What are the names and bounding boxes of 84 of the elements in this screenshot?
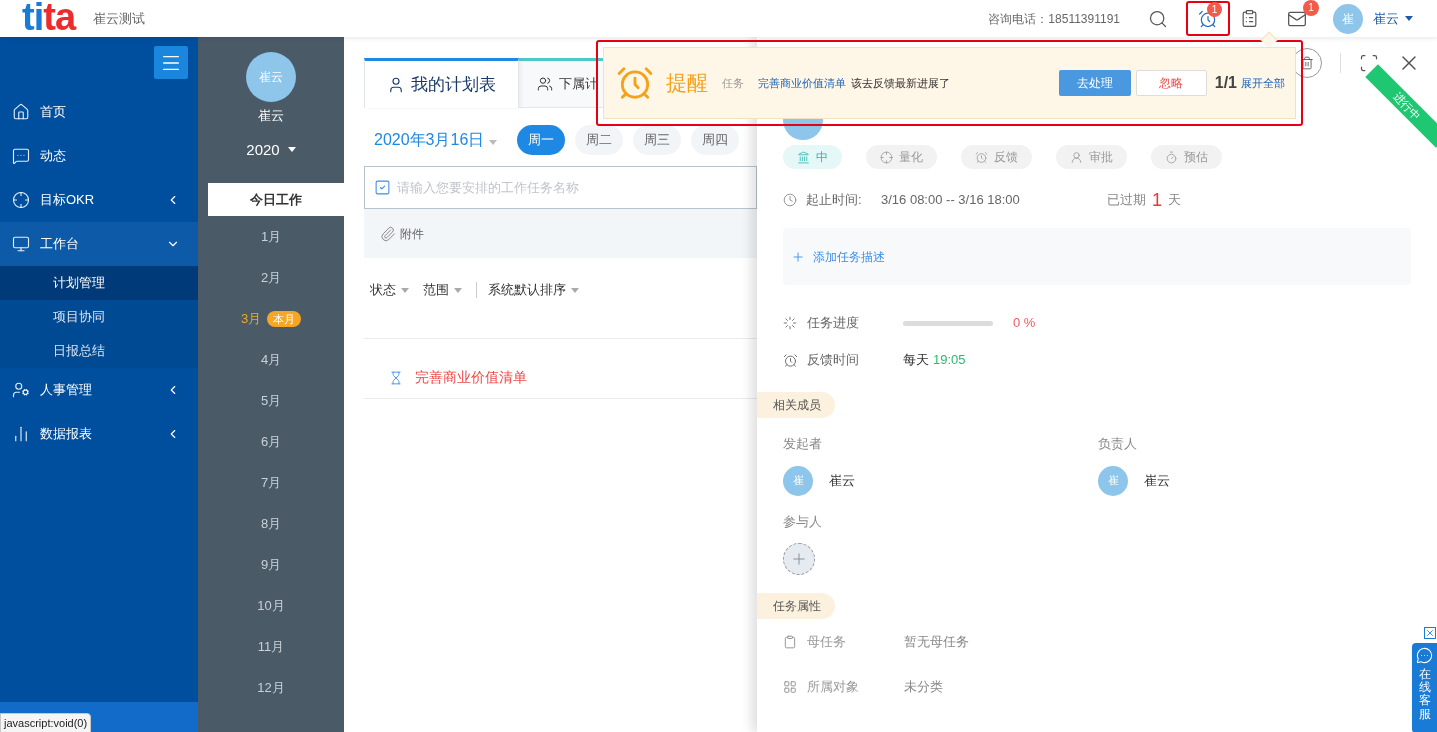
member-name: 崔云 <box>829 471 855 490</box>
user-avatar: 崔云 <box>246 52 296 102</box>
feedback-label: 反馈时间 <box>807 351 860 370</box>
user-name[interactable]: 崔云 <box>1373 8 1399 29</box>
ignore-button[interactable]: 忽略 <box>1135 70 1207 96</box>
nav-subitem[interactable]: 计划管理 <box>0 266 198 300</box>
section-label: 任务属性 <box>757 593 835 619</box>
month-item[interactable]: 3月 <box>240 308 262 329</box>
nav-item[interactable]: 首页 <box>0 90 198 134</box>
status-ribbon: 进行中 <box>1365 64 1437 148</box>
property-tag[interactable]: 反馈 <box>961 145 1032 169</box>
month-item[interactable]: 10月 <box>257 595 285 616</box>
nav-item[interactable]: 数据报表 <box>0 412 198 456</box>
feedback-frequency: 每天 <box>903 351 929 370</box>
month-item[interactable]: 2月 <box>260 267 282 288</box>
month-item[interactable]: 5月 <box>260 390 282 411</box>
attribute-value: 未分类 <box>904 678 943 697</box>
overdue-days: 1 <box>1152 186 1162 214</box>
notification-badge: 1 <box>1303 0 1319 16</box>
user-name: 崔云 <box>258 107 284 125</box>
section-label: 相关成员 <box>757 392 835 418</box>
attachment-button[interactable]: 附件 <box>380 224 424 243</box>
month-item[interactable]: 6月 <box>260 431 282 452</box>
reminder-message: 该去反馈最新进展了 <box>851 75 950 91</box>
reminder-count: 1/1 <box>1214 73 1237 93</box>
filter-dropdown[interactable]: 范围 <box>423 280 462 300</box>
nav-subitem[interactable]: 项目协同 <box>0 300 198 334</box>
nav-subitem[interactable]: 日报总结 <box>0 334 198 368</box>
overdue-unit: 天 <box>1168 191 1181 210</box>
progress-label: 任务进度 <box>807 314 860 333</box>
participants-label: 参与人 <box>783 512 823 531</box>
weekday-pill[interactable]: 周四 <box>691 125 740 155</box>
reminder-title: 提醒 <box>666 70 708 97</box>
property-tag[interactable]: 量化 <box>866 145 937 169</box>
nav-item[interactable]: 工作台 <box>0 222 198 266</box>
member-avatar: 崔 <box>1098 465 1128 496</box>
time-range: 3/16 08:00 -- 3/16 18:00 <box>881 191 1021 210</box>
month-item[interactable]: 8月 <box>260 513 282 534</box>
task-link[interactable]: 完善商业价值清单 <box>758 74 846 92</box>
filter-dropdown[interactable]: 状态 <box>370 280 409 300</box>
month-item[interactable]: 1月 <box>260 226 282 247</box>
progress-reading: 0 % <box>1013 314 1036 333</box>
overdue-label: 已过期 <box>1107 191 1146 210</box>
property-tag[interactable]: 预估 <box>1151 145 1222 169</box>
month-item[interactable]: 7月 <box>260 472 282 493</box>
phone-number: 咨询电话：18511391191 <box>988 10 1120 28</box>
filter-dropdown[interactable]: 系统默认排序 <box>488 280 579 300</box>
month-item[interactable]: 4月 <box>260 349 282 370</box>
member-role: 发起者 <box>783 435 823 453</box>
nav-item[interactable]: 动态 <box>0 134 198 178</box>
weekday-pill[interactable]: 周三 <box>633 125 682 155</box>
member-role: 负责人 <box>1098 435 1138 453</box>
year-dropdown[interactable]: 2020 <box>246 138 296 161</box>
process-button[interactable]: 去处理 <box>1058 70 1131 96</box>
nav-item[interactable]: 人事管理 <box>0 368 198 412</box>
member-name: 崔云 <box>1144 471 1170 490</box>
property-tag[interactable]: 审批 <box>1056 145 1127 169</box>
member-avatar: 崔 <box>783 465 813 496</box>
month-item[interactable]: 12月 <box>257 677 285 698</box>
nav-item[interactable]: 目标OKR <box>0 178 198 222</box>
attribute-value: 暂无母任务 <box>904 633 969 652</box>
attribute-label: 母任务 <box>807 633 847 652</box>
today-item[interactable]: 今日工作 <box>208 183 344 216</box>
expand-all-link[interactable]: 展开全部 <box>1241 74 1285 92</box>
logo: tita <box>22 0 76 36</box>
chat-widget[interactable]: 在线客服 <box>1412 643 1437 732</box>
month-item[interactable]: 9月 <box>260 554 282 575</box>
month-item[interactable]: 11月 <box>257 636 285 657</box>
weekday-pill[interactable]: 周一 <box>517 125 566 155</box>
alarm-button[interactable]: 1 <box>1186 1 1230 36</box>
reminder-type: 任务 <box>722 75 744 91</box>
current-month-badge: 本月 <box>267 310 302 327</box>
weekday-pill[interactable]: 周二 <box>575 125 624 155</box>
notification-badge: 1 <box>1207 2 1222 17</box>
date-dropdown[interactable]: 2020年3月16日 <box>374 128 498 152</box>
time-label: 起止时间: <box>806 191 863 210</box>
attribute-label: 所属对象 <box>807 678 860 697</box>
add-description-link[interactable]: 添加任务描述 <box>791 247 885 266</box>
status-tooltip: javascript:void(0) <box>0 712 92 732</box>
tab[interactable]: 我的计划表 <box>364 58 519 108</box>
task-title[interactable]: 完善商业价值清单 <box>415 367 527 388</box>
company-name: 崔云测试 <box>93 9 146 28</box>
task-input-field[interactable]: 请输入您要安排的工作任务名称 <box>364 166 757 209</box>
feedback-time: 19:05 <box>933 351 966 370</box>
